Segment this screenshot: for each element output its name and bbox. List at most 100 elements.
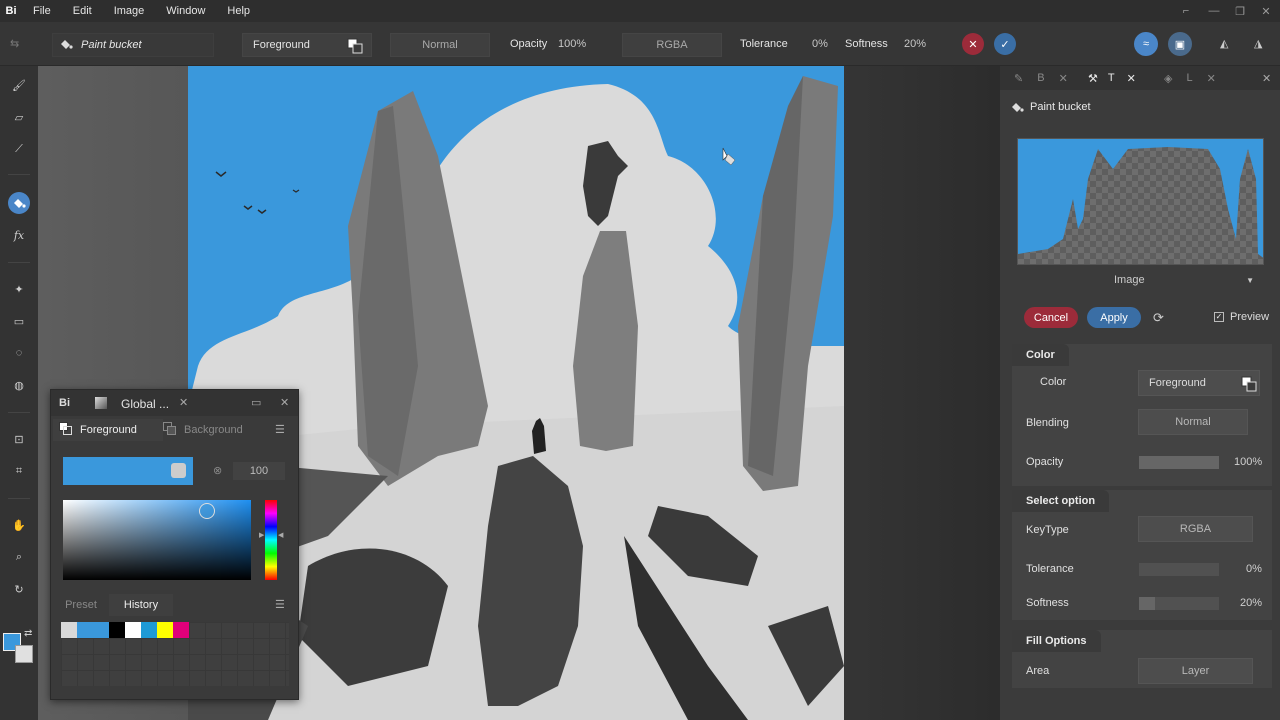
fg-bg-swatch-icon	[1241, 376, 1257, 395]
close-window-icon[interactable]: ✕	[1254, 0, 1278, 22]
menu-bar: Bi File Edit Image Window Help ⌐ — ❐ ✕	[0, 0, 1280, 22]
fg-swatch-icon	[59, 422, 72, 438]
brush-icon[interactable]: 🖌	[8, 74, 30, 96]
paint-bucket-tool-icon[interactable]	[8, 192, 30, 214]
close-tab-icon[interactable]: ✕	[1127, 72, 1136, 85]
softness-value[interactable]: 20%	[904, 38, 926, 50]
cancel-button[interactable]: Cancel	[1024, 307, 1078, 328]
tab-history[interactable]: History	[109, 594, 173, 616]
close-panel-icon[interactable]: ✕	[1262, 72, 1271, 85]
close-tab-icon[interactable]: ✕	[179, 396, 188, 409]
area-select[interactable]: Layer	[1138, 658, 1253, 684]
menu-edit[interactable]: Edit	[62, 5, 103, 17]
blending-select[interactable]: Normal	[1138, 409, 1248, 435]
close-icon: ✕	[968, 38, 978, 51]
keytype-select[interactable]: RGBA	[622, 33, 722, 57]
options-toggle-icon[interactable]: ⇆	[10, 37, 19, 50]
history-swatch[interactable]	[125, 622, 141, 638]
softness-slider[interactable]	[1139, 597, 1219, 610]
panel-title: Paint bucket	[1030, 101, 1091, 113]
tolerance-slider[interactable]	[1139, 563, 1219, 576]
mirror-icon[interactable]: ◮	[1254, 37, 1262, 50]
smoothing-toggle[interactable]: ≈	[1134, 32, 1158, 56]
close-window-icon[interactable]: ✕	[280, 396, 289, 409]
tool-name-field[interactable]: Paint bucket	[52, 33, 214, 57]
color-source-select[interactable]: Foreground	[242, 33, 372, 57]
tab-layers[interactable]: ◈ L ✕	[1164, 66, 1216, 90]
menu-image[interactable]: Image	[103, 5, 156, 17]
magic-wand-icon[interactable]: ✦	[8, 278, 30, 300]
menu-window[interactable]: Window	[155, 5, 216, 17]
close-tab-icon[interactable]: ✕	[1059, 72, 1068, 85]
history-swatch[interactable]	[173, 622, 189, 638]
minimize-icon[interactable]: —	[1202, 0, 1226, 22]
history-swatch[interactable]	[93, 622, 109, 638]
fg-bg-swatch-icon	[347, 38, 363, 57]
tab-tool[interactable]: ⚒ T ✕	[1088, 66, 1136, 90]
sample-image-toggle[interactable]: ▣	[1168, 32, 1192, 56]
alpha-input[interactable]: 100	[233, 462, 285, 480]
opacity-value[interactable]: 100%	[558, 38, 586, 50]
swap-colors-icon[interactable]: ⇄	[24, 628, 32, 639]
tool-tab-icon: ⚒	[1088, 72, 1098, 85]
tab-brush[interactable]: ✎ B ✕	[1014, 66, 1068, 90]
restore-layout-icon[interactable]: ⌐	[1174, 0, 1198, 22]
background-color-swatch[interactable]	[15, 645, 33, 663]
history-swatch[interactable]	[157, 622, 173, 638]
history-swatch[interactable]	[109, 622, 125, 638]
hue-slider[interactable]	[265, 500, 277, 580]
menu-help[interactable]: Help	[216, 5, 261, 17]
keytype-label: KeyType	[1026, 524, 1069, 536]
history-swatch[interactable]	[141, 622, 157, 638]
opacity-slider[interactable]	[1139, 456, 1219, 469]
settings-sliders-icon[interactable]: ☰	[275, 598, 285, 611]
hand-icon[interactable]: ✋	[8, 514, 30, 536]
maximize-icon[interactable]: ▭	[251, 396, 261, 409]
apply-round-button[interactable]: ✓	[994, 33, 1016, 55]
fill-options-header: Fill Options	[1012, 630, 1101, 652]
paint-bucket-icon	[1010, 101, 1024, 116]
zoom-icon[interactable]: ⌕	[8, 546, 30, 568]
settings-sliders-icon[interactable]: ☰	[275, 423, 285, 436]
eraser-icon[interactable]: ▱	[8, 106, 30, 128]
eyedropper-icon[interactable]: ⟋	[8, 138, 30, 160]
image-icon: ▣	[1174, 38, 1186, 51]
lasso-icon[interactable]: ◌	[8, 342, 30, 364]
saturation-value-picker[interactable]	[63, 500, 251, 580]
tolerance-label: Tolerance	[1026, 563, 1074, 575]
apply-button[interactable]: Apply	[1087, 307, 1141, 328]
preview-label: Preview	[1230, 311, 1270, 323]
tab-background[interactable]: Background	[159, 419, 269, 441]
keytype-select[interactable]: RGBA	[1138, 516, 1253, 542]
tolerance-value[interactable]: 0%	[812, 38, 828, 50]
color-section: Color Color Foreground Blending Normal O…	[1012, 344, 1272, 486]
bg-swatch-icon	[163, 422, 176, 438]
bg-color-chip[interactable]	[171, 463, 186, 478]
color-select[interactable]: Foreground	[1138, 370, 1260, 396]
color-window: Bi Global ... ✕ ▭ ✕ Foreground Backgroun…	[50, 389, 299, 700]
blend-mode-select[interactable]: Normal	[390, 33, 490, 57]
close-tab-icon[interactable]: ✕	[1207, 72, 1216, 85]
tab-preset[interactable]: Preset	[53, 594, 109, 616]
preview-checkbox[interactable]: ✓	[1214, 312, 1224, 322]
softness-label: Softness	[1026, 597, 1069, 609]
filter-function-icon[interactable]: fx	[8, 224, 30, 246]
left-toolbar: 🖌 ▱ ⟋ fx ✦ ▭ ◌ ◍ ⊡ ⌗ ✋ ⌕ ↻ ⇄	[0, 66, 38, 720]
rotate-view-icon[interactable]: ↻	[8, 578, 30, 600]
tab-foreground[interactable]: Foreground	[53, 419, 163, 441]
paint-bucket-icon	[59, 38, 73, 53]
preview-source-dropdown[interactable]: Image ▼	[1100, 270, 1260, 290]
cancel-round-button[interactable]: ✕	[962, 33, 984, 55]
transform-icon[interactable]: ⊡	[8, 428, 30, 450]
tool-name-label: Paint bucket	[81, 39, 142, 51]
reset-icon[interactable]: ⟳	[1153, 310, 1164, 326]
rect-select-icon[interactable]: ▭	[8, 310, 30, 332]
flip-icon[interactable]: ◭	[1220, 37, 1228, 50]
crop-icon[interactable]: ⌗	[8, 460, 30, 482]
picker-handle[interactable]	[199, 503, 215, 519]
history-swatch[interactable]	[61, 622, 77, 638]
history-swatch[interactable]	[77, 622, 93, 638]
menu-file[interactable]: File	[22, 5, 62, 17]
maximize-icon[interactable]: ❐	[1228, 0, 1252, 22]
ellipse-select-icon[interactable]: ◍	[8, 374, 30, 396]
